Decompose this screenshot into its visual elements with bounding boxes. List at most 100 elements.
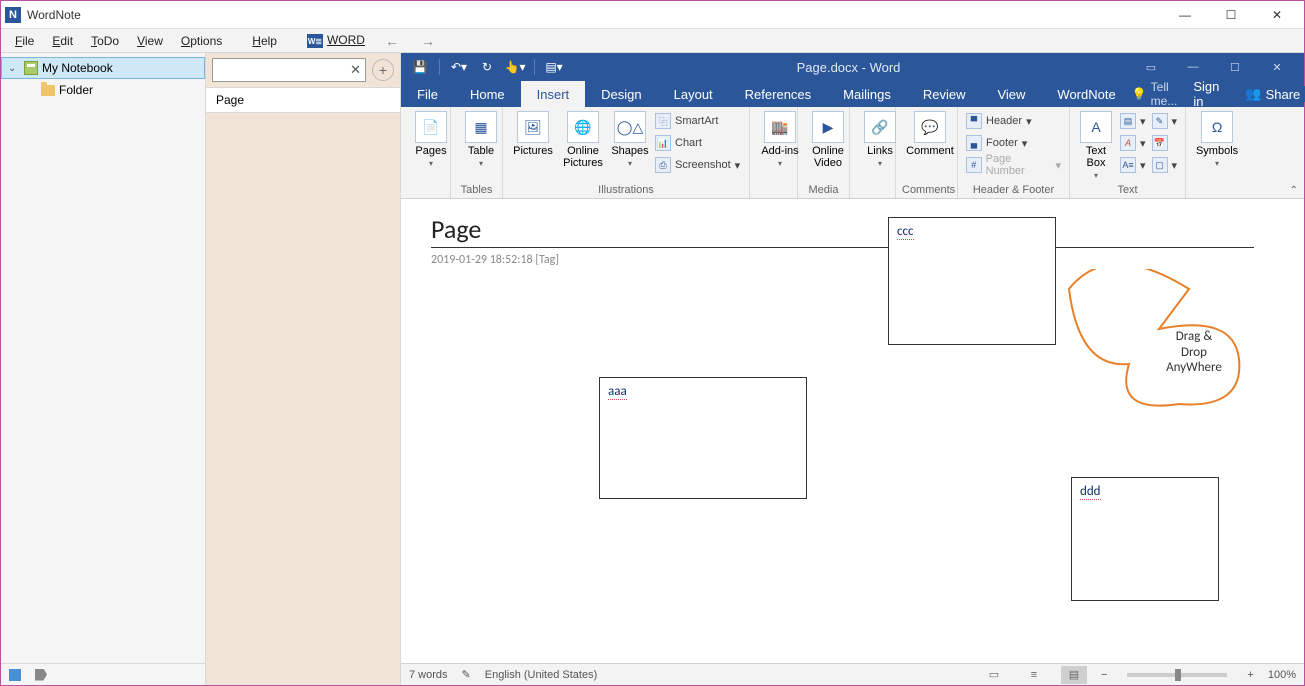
tag-icon[interactable] <box>35 669 47 681</box>
nav-back-button[interactable]: ← <box>375 31 409 51</box>
object-button[interactable]: ▢▾ <box>1150 155 1180 175</box>
menu-todo[interactable]: ToDo <box>83 32 127 50</box>
word-ribbon-options-icon[interactable]: ▭ <box>1130 53 1172 81</box>
language-status[interactable]: English (United States) <box>485 669 598 681</box>
header-button[interactable]: ▀Header ▾ <box>964 111 1063 131</box>
signature-icon: ✎ <box>1152 113 1168 129</box>
footer-icon: ▄ <box>966 135 982 151</box>
wordart-button[interactable]: A▾ <box>1118 133 1148 153</box>
menu-edit[interactable]: Edit <box>44 32 81 50</box>
nav-forward-button[interactable]: → <box>411 31 445 51</box>
video-icon: ▶ <box>812 111 844 143</box>
tab-home[interactable]: Home <box>454 81 521 107</box>
textbox-ddd[interactable]: ddd <box>1071 477 1219 601</box>
tree-folder-label: Folder <box>59 83 93 97</box>
text-box-icon: A <box>1080 111 1112 143</box>
addins-button[interactable]: 🏬 Add-ins ▾ <box>756 111 804 168</box>
dropcap-button[interactable]: A≡▾ <box>1118 155 1148 175</box>
menu-file[interactable]: File <box>7 32 42 50</box>
touch-mode-icon[interactable]: 👆▾ <box>502 55 528 79</box>
wordart-icon: A <box>1120 135 1136 151</box>
zoom-level[interactable]: 100% <box>1268 669 1296 681</box>
sign-in-button[interactable]: Sign in <box>1181 79 1231 109</box>
zoom-out-button[interactable]: − <box>1101 669 1107 681</box>
link-icon: 🔗 <box>864 111 896 143</box>
shapes-button[interactable]: ◯△ Shapes ▾ <box>609 111 651 175</box>
notebook-icon <box>24 61 38 75</box>
tell-me-input[interactable]: 💡 Tell me... <box>1132 80 1178 108</box>
chart-button[interactable]: 📊Chart <box>653 133 743 153</box>
search-input[interactable]: ✕ <box>212 58 366 82</box>
zoom-slider[interactable] <box>1127 673 1227 677</box>
table-button[interactable]: ▦ Table ▾ <box>457 111 505 168</box>
qat-customize-icon[interactable]: ▤▾ <box>541 55 567 79</box>
collapse-ribbon-icon[interactable]: ⌃ <box>1290 185 1298 196</box>
save-icon[interactable]: 💾 <box>407 55 433 79</box>
tab-review[interactable]: Review <box>907 81 982 107</box>
online-pictures-button[interactable]: 🌐 Online Pictures <box>559 111 607 175</box>
tab-wordnote[interactable]: WordNote <box>1041 81 1131 107</box>
word-area: 💾 ↶▾ ↻ 👆▾ ▤▾ Page.docx - Word ▭ — ☐ ✕ Fi… <box>401 53 1304 685</box>
omega-icon: Ω <box>1201 111 1233 143</box>
tab-file[interactable]: File <box>401 81 454 107</box>
word-count[interactable]: 7 words <box>409 669 448 681</box>
tab-mailings[interactable]: Mailings <box>827 81 907 107</box>
text-box-button[interactable]: A Text Box ▾ <box>1076 111 1116 180</box>
undo-icon[interactable]: ↶▾ <box>446 55 472 79</box>
header-icon: ▀ <box>966 113 982 129</box>
tree-notebook-label: My Notebook <box>42 61 113 75</box>
clear-search-icon[interactable]: ✕ <box>350 62 361 78</box>
share-button[interactable]: 👥 Share <box>1235 86 1305 102</box>
tab-design[interactable]: Design <box>585 81 657 107</box>
add-note-button[interactable]: + <box>372 59 394 81</box>
menu-word[interactable]: W≣WORD <box>299 31 373 51</box>
note-list-item[interactable]: Page <box>206 87 400 113</box>
symbols-button[interactable]: Ω Symbols ▾ <box>1192 111 1242 168</box>
pictures-icon: 🖼 <box>517 111 549 143</box>
callout-bubble[interactable]: Drag & Drop AnyWhere <box>1059 269 1249 419</box>
proofing-icon[interactable]: ✎ <box>462 668 471 681</box>
print-layout-button[interactable]: ≡ <box>1021 666 1047 684</box>
word-close-button[interactable]: ✕ <box>1256 53 1298 81</box>
redo-icon[interactable]: ↻ <box>474 55 500 79</box>
page-title[interactable]: Page <box>431 213 481 245</box>
menu-options[interactable]: Options <box>173 32 230 50</box>
document-canvas[interactable]: Page 2019-01-29 18:52:18 [Tag] aaa ccc d… <box>401 199 1304 663</box>
footer-button[interactable]: ▄Footer ▾ <box>964 133 1063 153</box>
sidebar-collapse-icon[interactable] <box>9 669 21 681</box>
screenshot-button[interactable]: ⎙Screenshot ▾ <box>653 155 743 175</box>
quick-parts-icon: ▤ <box>1120 113 1136 129</box>
ribbon: 📄 Pages ▾ ▦ Table ▾ Tables 🖼 Pi <box>401 107 1304 199</box>
date-time-button[interactable]: 📅 <box>1150 133 1180 153</box>
smartart-button[interactable]: ⿻SmartArt <box>653 111 743 131</box>
tab-layout[interactable]: Layout <box>658 81 729 107</box>
textbox-ccc[interactable]: ccc <box>888 217 1056 345</box>
tree-folder[interactable]: Folder <box>1 79 205 101</box>
pictures-button[interactable]: 🖼 Pictures <box>509 111 557 175</box>
date-icon: 📅 <box>1152 135 1168 151</box>
tab-references[interactable]: References <box>729 81 827 107</box>
maximize-button[interactable]: ☐ <box>1208 1 1254 29</box>
sidebar-bottom-bar <box>1 663 205 685</box>
close-button[interactable]: ✕ <box>1254 1 1300 29</box>
tab-view[interactable]: View <box>981 81 1041 107</box>
word-maximize-button[interactable]: ☐ <box>1214 53 1256 81</box>
signature-line-button[interactable]: ✎▾ <box>1150 111 1180 131</box>
word-minimize-button[interactable]: — <box>1172 53 1214 81</box>
zoom-in-button[interactable]: + <box>1247 669 1253 681</box>
comment-button[interactable]: 💬 Comment <box>902 111 958 157</box>
tree-notebook[interactable]: ⌄ My Notebook <box>1 57 205 79</box>
menu-view[interactable]: View <box>129 32 171 50</box>
page-number-button[interactable]: #Page Number ▾ <box>964 155 1063 175</box>
online-video-button[interactable]: ▶ Online Video <box>804 111 852 169</box>
minimize-button[interactable]: — <box>1162 1 1208 29</box>
read-mode-button[interactable]: ▭ <box>981 666 1007 684</box>
textbox-aaa[interactable]: aaa <box>599 377 807 499</box>
web-layout-button[interactable]: ▤ <box>1061 666 1087 684</box>
pages-button[interactable]: 📄 Pages ▾ <box>407 111 455 168</box>
title-underline <box>431 247 1254 248</box>
quick-parts-button[interactable]: ▤▾ <box>1118 111 1148 131</box>
tab-insert[interactable]: Insert <box>521 81 586 107</box>
menu-help[interactable]: Help <box>244 32 285 50</box>
page-meta[interactable]: 2019-01-29 18:52:18 [Tag] <box>431 253 559 267</box>
